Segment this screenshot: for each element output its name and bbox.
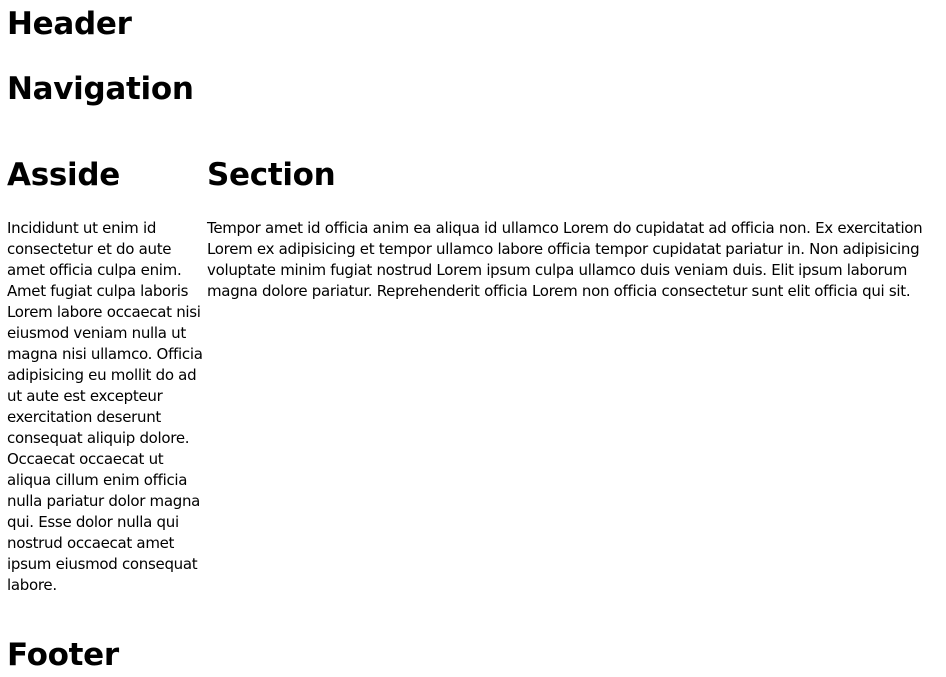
header-heading: Header <box>7 6 132 42</box>
section-heading: Section <box>207 157 336 193</box>
section-paragraph: Tempor amet id officia anim ea aliqua id… <box>207 219 923 300</box>
footer-heading: Footer <box>7 637 119 673</box>
navigation-heading: Navigation <box>7 71 194 107</box>
aside-heading: Asside <box>7 157 120 193</box>
aside-paragraph: Incididunt ut enim id consectetur et do … <box>7 219 203 594</box>
